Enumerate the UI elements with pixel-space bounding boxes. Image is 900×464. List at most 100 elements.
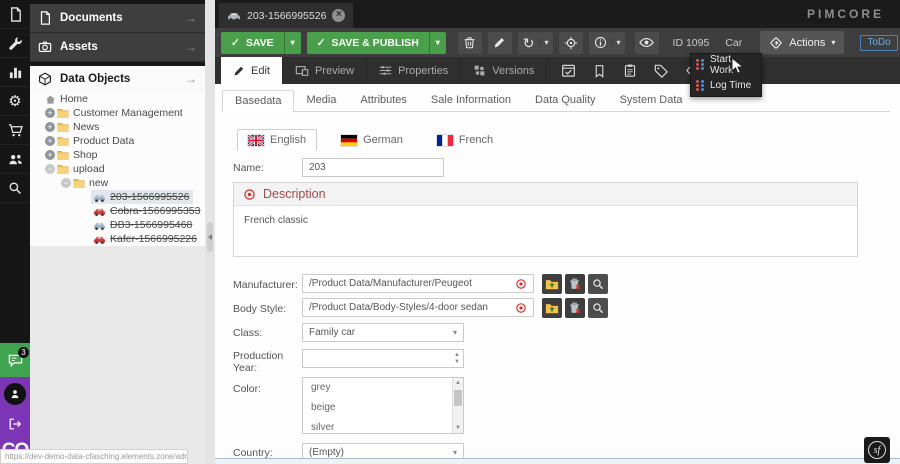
rename-button[interactable] xyxy=(488,32,512,54)
manufacturer-search-button[interactable] xyxy=(588,274,608,294)
accordion-documents-label: Documents xyxy=(60,12,177,24)
tree-item-cobra[interactable]: Cobra-1566995353 xyxy=(30,204,205,218)
color-option-grey[interactable]: grey xyxy=(303,378,463,398)
expand-icon[interactable]: + xyxy=(45,108,55,118)
scroll-down-icon[interactable]: ▼ xyxy=(455,425,461,431)
tab-data-quality[interactable]: Data Quality xyxy=(523,90,608,111)
tree-item-upload[interactable]: − upload xyxy=(30,162,205,176)
name-input[interactable] xyxy=(302,158,444,177)
tree-item-kafer[interactable]: Kafer-1566995226 xyxy=(30,232,205,246)
production-year-spinner[interactable]: ▲▼ xyxy=(302,349,464,368)
save-publish-dropdown-caret[interactable]: ▾ xyxy=(429,32,446,54)
tree-item-db3[interactable]: DB3-1566995468 xyxy=(30,218,205,232)
tab-preview[interactable]: Preview xyxy=(283,57,367,84)
name-label: Name: xyxy=(233,162,295,174)
menu-item-start-work[interactable]: Start Work xyxy=(691,54,761,75)
color-option-beige[interactable]: beige xyxy=(303,398,463,418)
user-avatar-button[interactable] xyxy=(0,377,30,410)
panel-splitter[interactable] xyxy=(205,0,215,464)
body-style-search-button[interactable] xyxy=(588,298,608,318)
scroll-up-icon[interactable]: ▲ xyxy=(455,380,461,386)
bullseye-icon[interactable] xyxy=(515,278,527,290)
tab-basedata[interactable]: Basedata xyxy=(222,90,294,112)
todo-status-badge[interactable]: ToDo xyxy=(860,35,897,51)
manufacturer-open-button[interactable] xyxy=(542,274,562,294)
tree-item-home[interactable]: Home xyxy=(30,92,205,106)
tree-item-customer-management[interactable]: + Customer Management xyxy=(30,106,205,120)
tree-item-203[interactable]: 203-1566995526 xyxy=(30,190,205,204)
locate-in-tree-button[interactable] xyxy=(559,32,583,54)
tree-item-new[interactable]: − new xyxy=(30,176,205,190)
info-dropdown-caret[interactable]: ▾ xyxy=(612,38,625,47)
schedule-button[interactable] xyxy=(557,60,579,82)
class-label: Class: xyxy=(233,327,295,339)
tools-nav-icon[interactable] xyxy=(0,29,30,58)
notes-button[interactable] xyxy=(588,60,610,82)
tab-system-data[interactable]: System Data xyxy=(608,90,695,111)
collapse-panel-handle[interactable] xyxy=(207,222,213,252)
accordion-data-objects[interactable]: Data Objects → xyxy=(30,66,205,92)
delete-button[interactable] xyxy=(458,32,482,54)
body-style-remove-button[interactable] xyxy=(565,298,585,318)
description-text[interactable]: French classic xyxy=(234,206,857,235)
bookmark-icon xyxy=(593,64,606,78)
close-tab-icon[interactable]: × xyxy=(332,9,345,22)
tab-media[interactable]: Media xyxy=(294,90,348,111)
check-icon: ✓ xyxy=(231,37,240,49)
tab-edit[interactable]: Edit xyxy=(221,57,283,84)
tree-item-news[interactable]: + News xyxy=(30,120,205,134)
settings-gear-icon[interactable]: ⚙ xyxy=(0,87,30,116)
expand-icon[interactable]: + xyxy=(45,122,55,132)
lang-tab-german[interactable]: German xyxy=(331,129,413,151)
tree-item-product-data[interactable]: + Product Data xyxy=(30,134,205,148)
cube-icon xyxy=(38,72,52,86)
color-multiselect[interactable]: grey beige silver ▲ ▼ xyxy=(302,377,464,434)
save-button[interactable]: ✓SAVE ▾ xyxy=(221,32,301,54)
symfony-debug-toggle[interactable]: sf xyxy=(864,437,890,463)
reports-nav-icon[interactable] xyxy=(0,58,30,87)
save-dropdown-caret[interactable]: ▾ xyxy=(284,32,301,54)
workflow-transition-icon xyxy=(696,80,705,91)
color-scrollbar[interactable]: ▲ ▼ xyxy=(452,378,463,433)
tab-versions[interactable]: Versions xyxy=(461,57,547,84)
save-publish-button[interactable]: ✓SAVE & PUBLISH ▾ xyxy=(307,32,446,54)
collapse-icon[interactable]: − xyxy=(45,164,55,174)
expand-icon[interactable]: + xyxy=(45,150,55,160)
expand-icon[interactable]: + xyxy=(45,136,55,146)
lang-tab-french[interactable]: French xyxy=(427,129,503,151)
accordion-assets-label: Assets xyxy=(60,41,177,53)
collapse-icon[interactable]: − xyxy=(61,178,71,188)
tab-sale-information[interactable]: Sale Information xyxy=(419,90,523,111)
car-icon xyxy=(93,191,106,204)
spinner-arrows-icon[interactable]: ▲▼ xyxy=(454,352,460,365)
ecommerce-cart-icon[interactable] xyxy=(0,116,30,145)
object-tab[interactable]: 203-1566995526 × xyxy=(219,3,353,28)
bullseye-icon[interactable] xyxy=(515,302,527,314)
info-button[interactable]: ▾ xyxy=(589,32,625,54)
lang-tab-english[interactable]: English xyxy=(237,129,317,151)
tab-attributes[interactable]: Attributes xyxy=(348,90,418,111)
scrollbar-thumb[interactable] xyxy=(454,390,462,406)
tab-properties[interactable]: Properties xyxy=(367,57,461,84)
class-select[interactable]: Family car ▾ xyxy=(302,323,464,342)
reload-button[interactable]: ↻ ▾ xyxy=(518,32,553,54)
actions-button[interactable]: Actions ▾ xyxy=(760,31,844,54)
manufacturer-relation-field[interactable]: /Product Data/Manufacturer/Peugeot xyxy=(302,274,534,293)
reload-dropdown-caret[interactable]: ▾ xyxy=(540,38,553,47)
body-style-relation-field[interactable]: /Product Data/Body-Styles/4-door sedan xyxy=(302,298,534,317)
color-option-silver[interactable]: silver xyxy=(303,418,463,434)
reports-button[interactable] xyxy=(619,60,641,82)
search-icon[interactable] xyxy=(0,174,30,203)
documents-nav-icon[interactable] xyxy=(0,0,30,29)
manufacturer-remove-button[interactable] xyxy=(565,274,585,294)
preview-eye-button[interactable] xyxy=(635,32,659,54)
chat-button[interactable]: 3 xyxy=(0,343,30,377)
body-style-open-button[interactable] xyxy=(542,298,562,318)
menu-item-log-time[interactable]: Log Time xyxy=(691,75,761,96)
accordion-assets[interactable]: Assets → xyxy=(30,33,205,62)
logout-button[interactable] xyxy=(0,410,30,437)
accordion-documents[interactable]: Documents → xyxy=(30,4,205,33)
tags-button[interactable] xyxy=(650,60,672,82)
customers-nav-icon[interactable] xyxy=(0,145,30,174)
tree-item-shop[interactable]: + Shop xyxy=(30,148,205,162)
